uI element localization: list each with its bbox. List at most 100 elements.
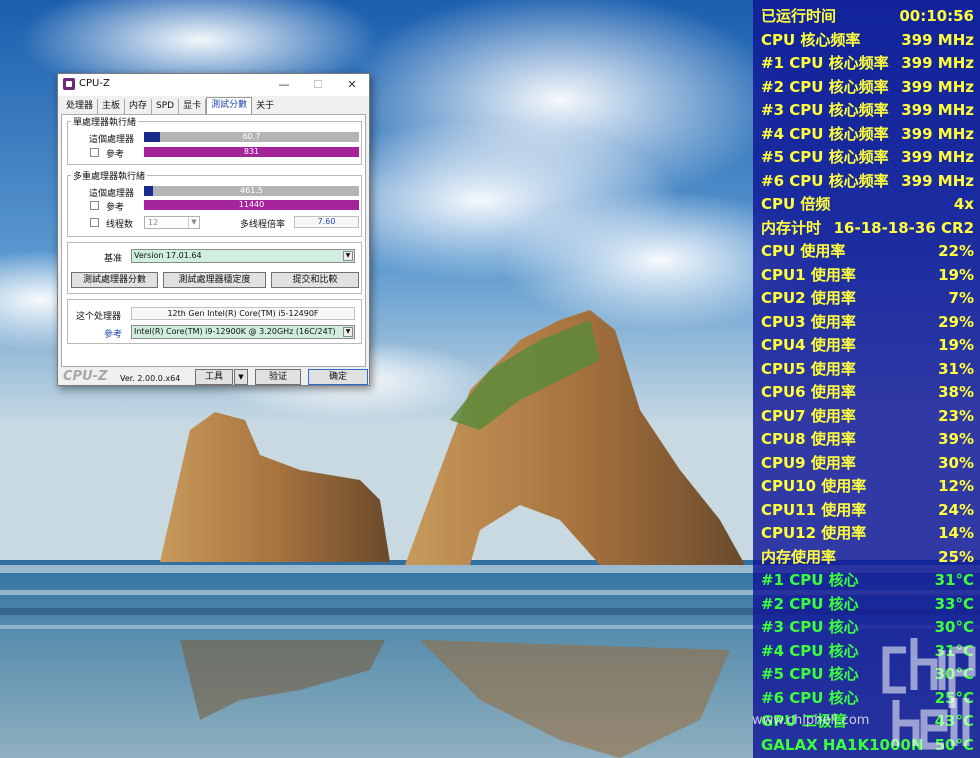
osd-value: 00:10:56 — [899, 7, 974, 25]
osd-label: 已运行时间 — [761, 7, 837, 25]
multi-ref-checkbox[interactable] — [90, 201, 99, 210]
baseline-group: 基准 Version 17.01.64 ▼ 測試處理器分數 測試處理器穩定度 提… — [67, 242, 362, 294]
osd-label: CPU 倍频 — [761, 195, 831, 213]
osd-row: CPU4 使用率 19% — [761, 334, 974, 358]
osd-label: #5 CPU 核心频率 — [761, 148, 889, 166]
osd-row: CPU5 使用率 31% — [761, 358, 974, 382]
osd-label: CPU11 使用率 — [761, 500, 867, 519]
osd-value: 19% — [938, 265, 974, 284]
osd-row: #2 CPU 核心 33°C — [761, 593, 974, 617]
osd-label: CPU8 使用率 — [761, 430, 856, 448]
tools-button[interactable]: 工具 — [195, 369, 233, 385]
osd-label: #3 CPU 核心频率 — [761, 101, 889, 119]
tab-spd[interactable]: SPD — [152, 99, 180, 114]
maximize-button[interactable]: ☐ — [301, 74, 335, 96]
watermark-url: www.chiphell.com — [752, 713, 870, 728]
this-proc-value: 12th Gen Intel(R) Core(TM) i5-12490F — [131, 307, 355, 320]
ref-proc-select[interactable]: Intel(R) Core(TM) i9-12900K @ 3.20GHz (1… — [131, 325, 355, 339]
tab-mainboard[interactable]: 主板 — [98, 99, 126, 114]
osd-value: 399 MHz — [901, 54, 974, 72]
close-button[interactable]: ✕ — [335, 74, 369, 96]
osd-row: CPU 倍频 4x — [761, 193, 974, 217]
tab-bench[interactable]: 測試分數 — [206, 97, 253, 114]
osd-value: 22% — [938, 242, 974, 260]
title-bar[interactable]: CPU-Z — ☐ ✕ — [58, 74, 369, 96]
tab-about[interactable]: 关于 — [252, 99, 278, 114]
osd-value: 33°C — [934, 594, 974, 613]
osd-row: CPU2 使用率 7% — [761, 287, 974, 311]
multi-ref-label: 參考 — [106, 203, 125, 213]
osd-row: CPU12 使用率 14% — [761, 522, 974, 546]
osd-row: #6 CPU 核心频率 399 MHz — [761, 170, 974, 194]
ref-proc-value: Intel(R) Core(TM) i9-12900K @ 3.20GHz (1… — [134, 327, 336, 336]
osd-value: 399 MHz — [901, 101, 974, 119]
validate-button[interactable]: 验证 — [255, 369, 301, 385]
osd-label: CPU1 使用率 — [761, 265, 856, 284]
single-ref-label: 參考 — [106, 150, 125, 160]
single-this-label: 這個處理器 — [89, 135, 135, 145]
osd-label: CPU3 使用率 — [761, 312, 856, 331]
chevron-down-icon: ▼ — [343, 251, 353, 261]
bench-panel: 單處理器執行緒 這個處理器 60.7 參考 831 多重處理器執行緒 這個處理器… — [61, 114, 366, 367]
ok-button[interactable]: 确定 — [308, 369, 368, 385]
stress-cpu-button[interactable]: 測試處理器穩定度 — [163, 272, 266, 288]
osd-row: CPU1 使用率 19% — [761, 264, 974, 288]
osd-value: 399 MHz — [901, 171, 974, 190]
tools-dropdown-button[interactable]: ▼ — [234, 369, 248, 385]
osd-row: 内存计时 16-18-18-36 CR2 — [761, 217, 974, 241]
osd-value: 7% — [948, 289, 974, 307]
submit-compare-button[interactable]: 提交和比較 — [271, 272, 359, 288]
osd-label: #4 CPU 核心频率 — [761, 124, 889, 143]
osd-value: 30% — [938, 453, 974, 472]
bench-cpu-button[interactable]: 測試處理器分數 — [71, 272, 158, 288]
osd-row: #5 CPU 核心频率 399 MHz — [761, 146, 974, 170]
osd-row: CPU11 使用率 24% — [761, 499, 974, 523]
tab-processor[interactable]: 处理器 — [62, 99, 99, 114]
osd-row: CPU3 使用率 29% — [761, 311, 974, 335]
osd-value: 16-18-18-36 CR2 — [833, 218, 974, 237]
osd-value: 31°C — [934, 571, 974, 589]
single-thread-group: 單處理器執行緒 這個處理器 60.7 參考 831 — [67, 115, 362, 165]
osd-row: #1 CPU 核心频率 399 MHz — [761, 52, 974, 76]
osd-row: #3 CPU 核心频率 399 MHz — [761, 99, 974, 123]
osd-label: CPU9 使用率 — [761, 453, 856, 472]
multi-this-score: 461.5 — [240, 186, 263, 195]
chevron-down-icon: ▼ — [238, 373, 244, 381]
cpuz-app-icon — [63, 78, 75, 90]
osd-value: 14% — [938, 524, 974, 542]
multi-this-bar: 461.5 — [144, 186, 359, 196]
single-ref-bar: 831 — [144, 147, 359, 157]
osd-row: CPU 核心频率 399 MHz — [761, 29, 974, 53]
chiphell-watermark: www.chiphell.com — [748, 628, 980, 758]
osd-value: 25% — [938, 547, 974, 566]
osd-row: 已运行时间 00:10:56 — [761, 5, 974, 29]
tab-graphics[interactable]: 显卡 — [179, 99, 207, 114]
osd-value: 29% — [938, 312, 974, 331]
baseline-value: Version 17.01.64 — [134, 251, 202, 260]
baseline-select[interactable]: Version 17.01.64 ▼ — [131, 249, 355, 263]
single-ref-checkbox[interactable] — [90, 148, 99, 157]
osd-row: CPU8 使用率 39% — [761, 428, 974, 452]
minimize-button[interactable]: — — [267, 74, 301, 96]
osd-row: 内存使用率 25% — [761, 546, 974, 570]
cpuz-logo: CPU-Z — [63, 369, 108, 384]
threads-checkbox[interactable] — [90, 218, 99, 227]
osd-label: #1 CPU 核心 — [761, 571, 859, 589]
osd-value: 23% — [938, 406, 974, 425]
version-text: Ver. 2.00.0.x64 — [120, 374, 181, 383]
osd-value: 399 MHz — [901, 77, 974, 96]
osd-label: #6 CPU 核心频率 — [761, 171, 889, 190]
osd-row: #4 CPU 核心频率 399 MHz — [761, 123, 974, 147]
threads-select[interactable]: 12 ▼ — [144, 216, 200, 229]
osd-value: 12% — [938, 477, 974, 495]
this-proc-label: 这个处理器 — [76, 312, 122, 322]
ref-proc-label: 參考 — [104, 330, 123, 340]
osd-label: CPU12 使用率 — [761, 524, 867, 542]
tab-bar: 处理器 主板 内存 SPD 显卡 測試分數 关于 — [62, 97, 278, 114]
single-ref-score: 831 — [243, 147, 260, 156]
osd-row: CPU10 使用率 12% — [761, 475, 974, 499]
baseline-label: 基准 — [104, 254, 123, 264]
threads-label: 线程数 — [106, 220, 134, 230]
osd-value: 399 MHz — [901, 124, 974, 143]
tab-memory[interactable]: 内存 — [125, 99, 153, 114]
